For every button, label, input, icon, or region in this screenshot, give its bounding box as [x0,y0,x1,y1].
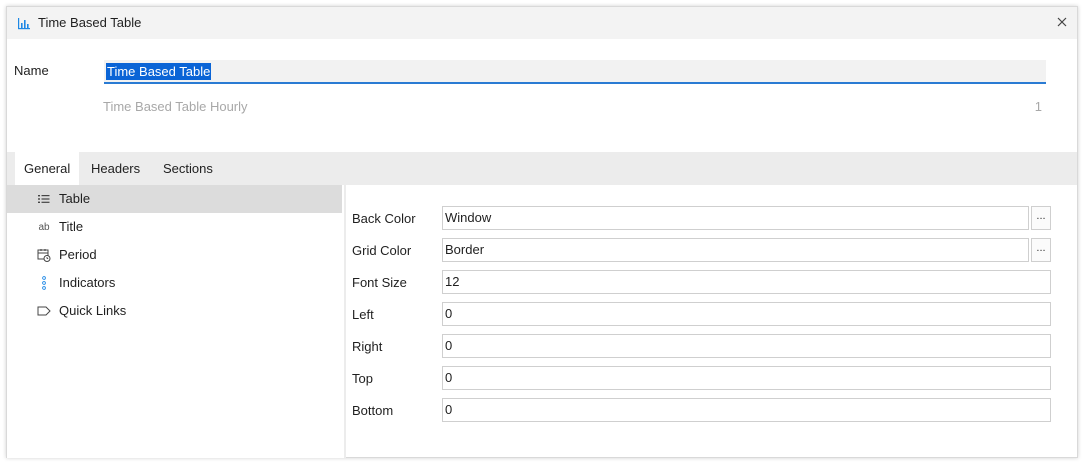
nav-item-table[interactable]: Table [7,185,342,213]
grid-color-field[interactable]: Border [442,238,1029,262]
right-label: Right [352,339,383,354]
left-label: Left [352,307,374,322]
title-bar: Time Based Table [7,7,1077,39]
nav-item-label: Indicators [59,275,116,290]
top-label: Top [352,371,373,386]
nav-item-title[interactable]: ab Title [7,213,342,241]
back-color-field[interactable]: Window [442,206,1029,230]
bottom-field[interactable]: 0 [442,398,1051,422]
right-field[interactable]: 0 [442,334,1051,358]
tab-bar: General Headers Sections [7,152,1077,185]
list-icon [37,192,51,206]
nav-item-indicators[interactable]: Indicators [7,269,342,297]
grid-color-label: Grid Color [352,243,412,258]
name-input[interactable]: Time Based Table [104,60,1046,84]
calendar-clock-icon [37,248,51,262]
nav-item-quick-links[interactable]: Quick Links [7,297,342,325]
font-size-field[interactable]: 12 [442,270,1051,294]
properties-pane: Back Color Window ... Grid Color Border … [346,185,1077,458]
bottom-label: Bottom [352,403,394,418]
bar-chart-icon [17,16,31,30]
ab-text-icon: ab [38,221,50,233]
name-label: Name [14,63,49,78]
nav-item-label: Table [59,191,91,206]
left-field[interactable]: 0 [442,302,1051,326]
font-size-label: Font Size [352,275,407,290]
nav-item-label: Quick Links [59,303,127,318]
close-icon[interactable] [1053,13,1071,31]
tab-headers[interactable]: Headers [82,152,149,185]
back-color-picker-button[interactable]: ... [1031,206,1051,230]
tab-sections[interactable]: Sections [154,152,222,185]
name-input-value: Time Based Table [106,63,212,80]
nav-item-label: Title [59,219,84,234]
counter-text: 1 [1034,99,1042,114]
nav-item-period[interactable]: Period [7,241,342,269]
nav-item-label: Period [59,247,97,262]
dots-vertical-icon [37,276,51,290]
tab-general[interactable]: General [15,152,80,185]
subtitle-text: Time Based Table Hourly [103,99,248,114]
back-color-label: Back Color [352,211,416,226]
top-field[interactable]: 0 [442,366,1051,390]
dialog-window: Time Based Table Name Time Based Table T… [6,6,1078,458]
tag-icon [37,304,51,318]
grid-color-picker-button[interactable]: ... [1031,238,1051,262]
nav-pane: Table ab Title Period Indicators Quick L… [7,185,344,458]
window-title: Time Based Table [38,15,142,30]
